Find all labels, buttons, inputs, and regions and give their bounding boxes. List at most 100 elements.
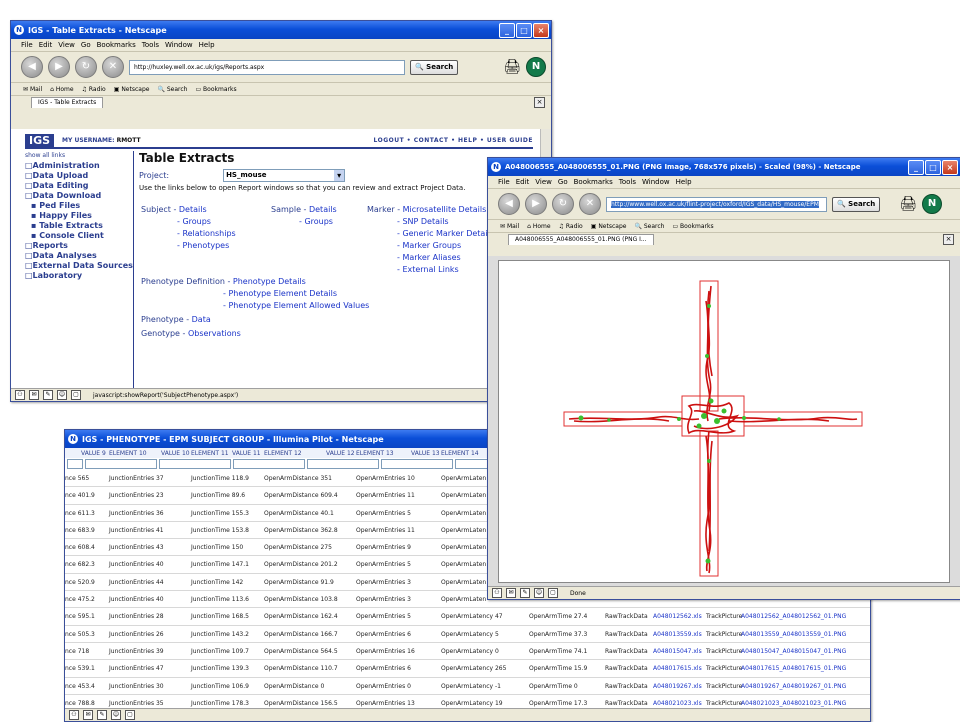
tab-png-image[interactable]: A048006555_A048006555_01.PNG (PNG I... [508, 233, 654, 245]
column-header[interactable]: ELEMENT 11 [191, 450, 229, 457]
marker-groups-link[interactable]: - Marker Groups [397, 241, 461, 250]
menu-view[interactable]: View [58, 41, 75, 49]
bookmark-search[interactable]: 🔍 Search [157, 86, 187, 93]
table-cell[interactable]: A048012562.xls [653, 613, 702, 620]
sidebar-item-console-client[interactable]: ▪ Console Client [25, 231, 133, 241]
back-button[interactable]: ◀ [21, 56, 43, 78]
table-cell[interactable]: A048017615.xls [653, 665, 702, 672]
close-tab-icon[interactable]: × [943, 234, 954, 245]
subject-groups-link[interactable]: - Groups [177, 217, 211, 226]
menu-window[interactable]: Window [165, 41, 193, 49]
table-cell[interactable]: A048013559_A048013559_01.PNG [741, 631, 846, 638]
sidebar-item-data-analyses[interactable]: □Data Analyses [25, 251, 133, 261]
marker-microsatellite-link[interactable]: Microsatellite Details [403, 205, 487, 214]
table-cell[interactable]: A048017615_A048017615_01.PNG [741, 665, 846, 672]
table-cell[interactable]: A048013559.xls [653, 631, 702, 638]
menu-file[interactable]: File [498, 178, 510, 186]
marker-generic-link[interactable]: - Generic Marker Details [397, 229, 494, 238]
menu-edit[interactable]: Edit [516, 178, 530, 186]
column-header[interactable]: ELEMENT 12 [264, 450, 302, 457]
table-row[interactable]: nce 539.1 JunctionEntries 47 JunctionTime … [65, 660, 870, 678]
phenotype-details-link[interactable]: Phenotype Details [233, 277, 306, 286]
sample-details-link[interactable]: Details [309, 205, 337, 214]
bookmark-mail[interactable]: ✉ Mail [500, 223, 519, 230]
bookmark-radio[interactable]: ♫ Radio [559, 223, 583, 230]
url-field[interactable]: http://huxley.well.ox.ac.uk/igs/Reports.… [129, 59, 405, 75]
stop-button[interactable]: ✕ [579, 193, 601, 215]
window-title-bar[interactable]: N A048006555_A048006555_01.PNG (PNG Imag… [488, 158, 960, 176]
menu-help[interactable]: Help [676, 178, 692, 186]
table-cell[interactable]: A048015047_A048015047_01.PNG [741, 648, 846, 655]
table-row[interactable]: nce 505.3 JunctionEntries 26 JunctionTime … [65, 626, 870, 643]
bookmark-radio[interactable]: ♫ Radio [82, 86, 106, 93]
menu-tools[interactable]: Tools [619, 178, 636, 186]
header-links[interactable]: LOGOUT • CONTACT • HELP • USER GUIDE [374, 137, 533, 144]
close-tab-icon[interactable]: × [534, 97, 545, 108]
subject-phenotypes-link[interactable]: - Phenotypes [177, 241, 229, 250]
column-header[interactable]: VALUE 10 [161, 450, 190, 457]
column-header[interactable]: VALUE 13 [411, 450, 440, 457]
search-button[interactable]: 🔍 Search [832, 196, 881, 212]
table-cell[interactable]: A048015047.xls [653, 648, 702, 655]
show-all-links[interactable]: show all links [25, 151, 133, 161]
maximize-button[interactable]: □ [925, 160, 941, 175]
stop-button[interactable]: ✕ [102, 56, 124, 78]
marker-snp-link[interactable]: - SNP Details [397, 217, 449, 226]
column-header[interactable]: VALUE 12 [326, 450, 355, 457]
table-row[interactable]: nce 788.8 JunctionEntries 35 JunctionTime … [65, 695, 870, 709]
column-header[interactable]: VALUE 11 [232, 450, 261, 457]
menu-bookmarks[interactable]: Bookmarks [574, 178, 613, 186]
sidebar-item-laboratory[interactable]: □Laboratory [25, 271, 133, 281]
menu-go[interactable]: Go [558, 178, 568, 186]
phenotype-element-details-link[interactable]: - Phenotype Element Details [223, 289, 337, 298]
url-field[interactable]: http://www.well.ox.ac.uk/flint-project/o… [606, 196, 827, 212]
marker-external-links[interactable]: - External Links [397, 265, 459, 274]
forward-button[interactable]: ▶ [48, 56, 70, 78]
table-cell[interactable]: A048021023_A048021023_01.PNG [741, 700, 846, 707]
table-row[interactable]: nce 595.1 JunctionEntries 28 JunctionTime … [65, 608, 870, 626]
table-row[interactable]: nce 718 JunctionEntries 39 JunctionTime 10… [65, 643, 870, 661]
menu-bookmarks[interactable]: Bookmarks [97, 41, 136, 49]
back-button[interactable]: ◀ [498, 193, 520, 215]
sidebar-item-ped-files[interactable]: ▪ Ped Files [25, 201, 133, 211]
table-cell[interactable]: A048019267.xls [653, 683, 702, 690]
sidebar-item-data-editing[interactable]: □Data Editing [25, 181, 133, 191]
forward-button[interactable]: ▶ [525, 193, 547, 215]
netscape-logo[interactable]: N [526, 57, 547, 77]
bookmark-home[interactable]: ⌂ Home [527, 223, 550, 230]
marker-aliases-link[interactable]: - Marker Aliases [397, 253, 461, 262]
sidebar-item-data-upload[interactable]: □Data Upload [25, 171, 133, 181]
bookmark-netscape[interactable]: ▣ Netscape [114, 86, 150, 93]
sidebar-item-table-extracts[interactable]: ▪ Table Extracts [25, 221, 133, 231]
netscape-logo[interactable]: N [922, 194, 943, 214]
bookmark-netscape[interactable]: ▣ Netscape [591, 223, 627, 230]
bookmark-mail[interactable]: ✉ Mail [23, 86, 42, 93]
column-header[interactable]: ELEMENT 14 [441, 450, 479, 457]
filter-input[interactable] [67, 459, 83, 469]
track-image[interactable] [498, 260, 950, 583]
window-title-bar[interactable]: N IGS - Table Extracts - Netscape _ □ × [11, 21, 551, 39]
phenotype-data-link[interactable]: Data [192, 315, 211, 324]
sidebar-item-data-download[interactable]: □Data Download [25, 191, 133, 201]
project-select[interactable]: HS_mouse [223, 168, 346, 182]
menu-view[interactable]: View [535, 178, 552, 186]
filter-input[interactable] [381, 459, 453, 469]
bookmark-bookmarks[interactable]: ▭ Bookmarks [195, 86, 236, 93]
tab-igs-table-extracts[interactable]: IGS - Table Extracts [31, 96, 104, 108]
column-header[interactable]: ELEMENT 13 [356, 450, 394, 457]
minimize-button[interactable]: _ [499, 23, 515, 38]
table-cell[interactable]: A048012562_A048012562_01.PNG [741, 613, 846, 620]
subject-details-link[interactable]: Details [179, 205, 207, 214]
print-icon[interactable]: 🖨 [503, 59, 521, 75]
minimize-button[interactable]: _ [908, 160, 924, 175]
close-button[interactable]: × [942, 160, 958, 175]
bookmark-search[interactable]: 🔍 Search [634, 223, 664, 230]
reload-button[interactable]: ↻ [552, 193, 574, 215]
maximize-button[interactable]: □ [516, 23, 532, 38]
sidebar-item-happy-files[interactable]: ▪ Happy Files [25, 211, 133, 221]
search-button[interactable]: 🔍 Search [410, 59, 459, 75]
subject-relationships-link[interactable]: - Relationships [177, 229, 236, 238]
close-button[interactable]: × [533, 23, 549, 38]
filter-input[interactable] [85, 459, 157, 469]
sidebar-item-administration[interactable]: □Administration [25, 161, 133, 171]
